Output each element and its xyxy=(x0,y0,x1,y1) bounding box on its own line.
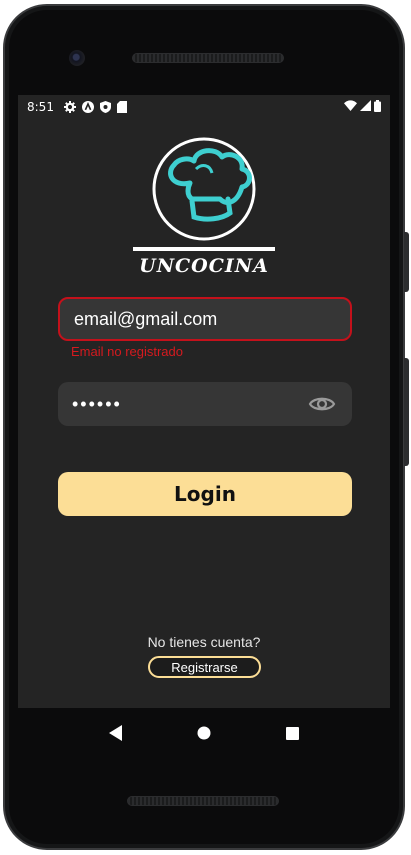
home-icon[interactable] xyxy=(197,726,211,740)
battery-icon xyxy=(374,99,381,115)
navigation-bar xyxy=(18,708,390,758)
password-input[interactable] xyxy=(72,393,338,415)
bottom-speaker xyxy=(127,796,279,806)
settings-icon xyxy=(63,101,76,113)
power-button xyxy=(404,232,409,292)
status-bar: 8:51 xyxy=(18,95,390,119)
password-field[interactable] xyxy=(58,382,352,426)
recents-icon[interactable] xyxy=(285,726,299,740)
chef-hat-logo xyxy=(133,137,275,251)
eye-icon[interactable] xyxy=(308,392,336,416)
top-speaker xyxy=(132,53,284,63)
shield-icon xyxy=(99,101,111,113)
email-input[interactable] xyxy=(74,308,336,330)
email-field[interactable] xyxy=(58,297,352,341)
volume-button xyxy=(404,358,409,466)
wifi-icon xyxy=(344,100,357,114)
sd-card-icon xyxy=(116,101,127,113)
login-button[interactable]: Login xyxy=(58,472,352,516)
a-circle-icon xyxy=(81,101,94,113)
back-icon[interactable] xyxy=(109,725,123,741)
no-account-text: No tienes cuenta? xyxy=(147,634,261,650)
app-screen: 8:51 UNCOCINA email@gmail.com Email no r… xyxy=(18,95,390,708)
signal-icon xyxy=(360,100,371,114)
status-time: 8:51 xyxy=(27,100,54,114)
front-camera xyxy=(69,50,85,66)
register-button[interactable]: Registrarse xyxy=(148,656,261,678)
email-error-message: Email no registrado xyxy=(71,344,183,359)
brand-name: UNCOCINA xyxy=(139,255,269,277)
